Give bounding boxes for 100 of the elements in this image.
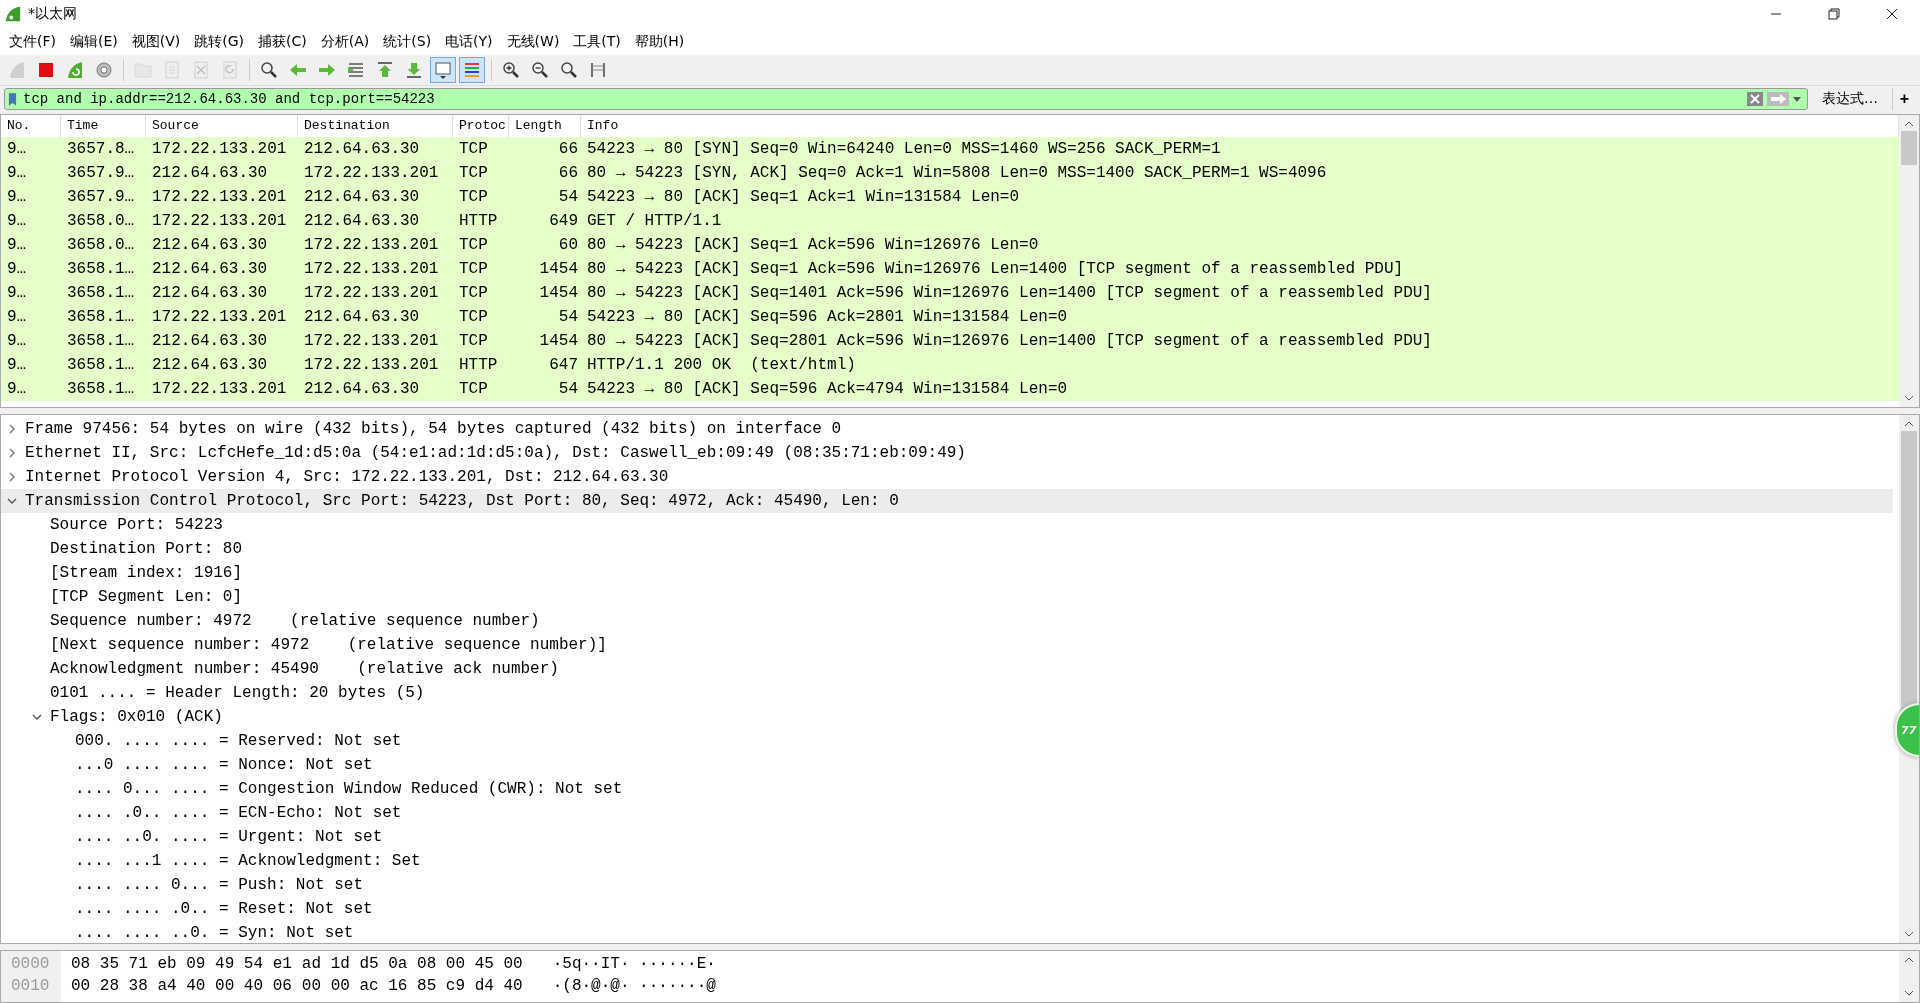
scrollbar[interactable] <box>1899 951 1919 1002</box>
table-cell-text: 9… <box>6 140 28 158</box>
table-cell-text: 80 → 54223 [ACK] Seq=1 Ack=596 Win=126976 Len=0 <box>586 236 1040 254</box>
menu-item[interactable]: 编辑(E) <box>63 32 125 51</box>
scroll-down-icon[interactable] <box>1904 931 1914 937</box>
scrollbar[interactable] <box>1899 115 1919 407</box>
tree-item[interactable]: Frame 97456: 54 bytes on wire (432 bits), 54 bytes captured (432 bits) on interface 0 <box>1 417 1893 441</box>
clear-icon[interactable] <box>1747 92 1763 106</box>
expand-chevron-icon[interactable] <box>7 424 17 434</box>
menu-item[interactable]: 文件(F) <box>2 32 63 51</box>
tree-item[interactable]: Internet Protocol Version 4, Src: 172.22.133.201, Dst: 212.64.63.30 <box>1 465 1893 489</box>
tree-item[interactable]: [Next sequence number: 4972 (relative sequence number)] <box>1 633 1893 657</box>
autoscroll-button[interactable] <box>430 57 456 83</box>
tree-item[interactable]: [TCP Segment Len: 0] <box>1 585 1893 609</box>
menu-item[interactable]: 帮助(H) <box>627 32 692 51</box>
table-cell-text: 3658.1… <box>66 260 136 278</box>
tree-item[interactable]: .... .... .0.. = Reset: Not set <box>1 897 1893 921</box>
packet-row[interactable]: 9… 3657.8… 172.22.133.201 212.64.63.30 TCP 66 54223 → 80 [SYN] Seq=0 Win=64240 Len=0 MSS=1460 WS=256 SACK_PERM=1 <box>1 137 1899 161</box>
dropdown-caret-icon[interactable] <box>1793 96 1801 102</box>
tree-item[interactable]: Acknowledgment number: 45490 (relative ack number) <box>1 657 1893 681</box>
restore-icon[interactable] <box>1828 8 1840 20</box>
menu-item[interactable]: 捕获(C) <box>251 32 314 51</box>
scroll-down-icon[interactable] <box>1904 395 1914 401</box>
tree-item[interactable]: .... .... ..0. = Syn: Not set <box>1 921 1893 943</box>
table-cell-text: 60 <box>557 236 579 254</box>
packet-row[interactable]: 9… 3658.1… 212.64.63.30 172.22.133.201 TCP 1454 80 → 54223 [ACK] Seq=2801 Ack=596 Win=126976 Len=1400 [TCP segment of a reassembled PDU] <box>1 329 1899 353</box>
table-cell-text: 212.64.63.30 <box>303 308 421 326</box>
table-cell-text: HTTP <box>458 356 499 374</box>
table-cell-text: 3657.8… <box>66 140 136 158</box>
table-cell-text: 80 → 54223 [ACK] Seq=1 Ack=596 Win=126976 Len=1400 [TCP segment of a reassembled PDU] <box>586 260 1405 278</box>
tree-item[interactable]: .... .0.. .... = ECN-Echo: Not set <box>1 801 1893 825</box>
table-cell-text: 80 → 54223 [ACK] Seq=1401 Ack=596 Win=126976 Len=1400 [TCP segment of a reassembled PDU] <box>586 284 1433 302</box>
collapse-chevron-icon[interactable] <box>7 496 17 506</box>
table-cell-text: 9… <box>6 332 28 350</box>
add-filter-button[interactable]: + <box>1892 88 1916 110</box>
packet-row[interactable]: 9… 3658.0… 172.22.133.201 212.64.63.30 HTTP 649 GET / HTTP/1.1 <box>1 209 1899 233</box>
packet-row[interactable]: 9… 3658.0… 212.64.63.30 172.22.133.201 TCP 60 80 → 54223 [ACK] Seq=1 Ack=596 Win=126976 Len=0 <box>1 233 1899 257</box>
collapse-chevron-icon[interactable] <box>32 712 42 722</box>
expression-button[interactable]: 表达式… <box>1814 88 1886 110</box>
table-cell-text: 80 → 54223 [ACK] Seq=2801 Ack=596 Win=126976 Len=1400 [TCP segment of a reassembled PDU] <box>586 332 1433 350</box>
packet-row[interactable]: 9… 3658.1… 212.64.63.30 172.22.133.201 TCP 1454 80 → 54223 [ACK] Seq=1 Ack=596 Win=126976 Len=1400 [TCP segment of a reassembled PDU] <box>1 257 1899 281</box>
scroll-down-icon[interactable] <box>1904 990 1914 996</box>
menu-item[interactable]: 视图(V) <box>124 32 188 51</box>
menu-item[interactable]: 分析(A) <box>313 32 377 51</box>
packet-row[interactable]: 9… 3658.1… 212.64.63.30 172.22.133.201 HTTP 647 HTTP/1.1 200 OK (text/html) <box>1 353 1899 377</box>
table-cell-text: TCP <box>458 308 489 326</box>
packet-row[interactable]: 9… 3657.9… 172.22.133.201 212.64.63.30 TCP 54 54223 → 80 [ACK] Seq=1 Ack=1 Win=131584 Len=0 <box>1 185 1899 209</box>
goto-icon <box>346 60 366 80</box>
bookmark-icon[interactable] <box>8 91 17 107</box>
tree-item[interactable]: 0101 .... = Header Length: 20 bytes (5) <box>1 681 1893 705</box>
expand-chevron-icon[interactable] <box>7 472 17 482</box>
scroll-up-icon[interactable] <box>1904 121 1914 127</box>
tree-item[interactable]: .... .... 0... = Push: Not set <box>1 873 1893 897</box>
menu-item[interactable]: 工具(T) <box>566 32 628 51</box>
last-icon <box>404 60 424 80</box>
tree-item[interactable]: Flags: 0x010 (ACK) <box>1 705 1893 729</box>
table-cell-text: 1454 <box>538 332 579 350</box>
hex-bytes: 08 35 71 eb 09 49 54 e1 <box>71 955 292 973</box>
tree-item[interactable]: Source Port: 54223 <box>1 513 1893 537</box>
packet-row[interactable]: 9… 3657.9… 212.64.63.30 172.22.133.201 TCP 66 80 → 54223 [SYN, ACK] Seq=0 Ack=1 Win=5808 Len=0 MSS=1400 SACK_PERM=1 WS=4096 <box>1 161 1899 185</box>
scrollbar[interactable] <box>1899 415 1919 943</box>
autoscroll-icon <box>433 60 453 80</box>
tree-item[interactable]: .... ..0. .... = Urgent: Not set <box>1 825 1893 849</box>
packet-row[interactable]: 9… 3658.1… 212.64.63.30 172.22.133.201 TCP 1454 80 → 54223 [ACK] Seq=1401 Ack=596 Win=126976 Len=1400 [TCP segment of a reassembled PDU] <box>1 281 1899 305</box>
table-cell-text: TCP <box>458 380 489 398</box>
hex-bytes: ad 1d d5 0a 08 00 45 00 <box>301 955 523 973</box>
menu-item[interactable]: 统计(S) <box>376 32 439 51</box>
packet-row[interactable]: 9… 3658.1… 172.22.133.201 212.64.63.30 TCP 54 54223 → 80 [ACK] Seq=596 Ack=2801 Win=131584 Len=0 <box>1 305 1899 329</box>
tree-item[interactable]: .... 0... .... = Congestion Window Reduced (CWR): Not set <box>1 777 1893 801</box>
scroll-up-icon[interactable] <box>1904 421 1914 427</box>
scroll-thumb[interactable] <box>1901 431 1917 711</box>
menu-item[interactable]: 电话(Y) <box>438 32 500 51</box>
tree-item[interactable]: Destination Port: 80 <box>1 537 1893 561</box>
table-cell-text: 80 → 54223 [SYN, ACK] Seq=0 Ack=1 Win=5808 Len=0 MSS=1400 SACK_PERM=1 WS=4096 <box>586 164 1328 182</box>
colorize-button[interactable] <box>459 57 485 83</box>
display-filter-box[interactable]: tcp and ip.addr==212.64.63.30 and tcp.port==54223 <box>4 88 1808 110</box>
tree-item[interactable]: Sequence number: 4972 (relative sequence number) <box>1 609 1893 633</box>
table-cell-text: 172.22.133.201 <box>303 164 440 182</box>
tree-item[interactable]: .... ...1 .... = Acknowledgment: Set <box>1 849 1893 873</box>
tree-item[interactable]: Transmission Control Protocol, Src Port: 54223, Dst Port: 80, Seq: 4972, Ack: 45490, Len: 0 <box>1 489 1893 513</box>
tree-item[interactable]: ...0 .... .... = Nonce: Not set <box>1 753 1893 777</box>
tree-item[interactable]: 000. .... .... = Reserved: Not set <box>1 729 1893 753</box>
close-icon[interactable] <box>1886 8 1898 20</box>
options-icon <box>94 60 114 80</box>
table-cell-text: 212.64.63.30 <box>151 284 269 302</box>
scroll-up-icon[interactable] <box>1904 957 1914 963</box>
expand-chevron-icon[interactable] <box>7 448 17 458</box>
scroll-thumb[interactable] <box>1901 131 1917 165</box>
display-filter-field[interactable]: tcp and ip.addr==212.64.63.30 and tcp.port==54223 <box>21 90 1743 108</box>
save-icon <box>162 60 182 80</box>
resize-icon <box>588 60 608 80</box>
packet-row[interactable]: 9… 3658.1… 172.22.133.201 212.64.63.30 TCP 54 54223 → 80 [ACK] Seq=596 Ack=4794 Win=131584 Len=0 <box>1 377 1899 401</box>
first-icon <box>375 60 395 80</box>
menu-item[interactable]: 跳转(G) <box>187 32 252 51</box>
menu-item[interactable]: 无线(W) <box>499 32 567 51</box>
tree-item[interactable]: [Stream index: 1916] <box>1 561 1893 585</box>
colorize-icon <box>462 60 482 80</box>
table-cell-text: GET / HTTP/1.1 <box>586 212 723 230</box>
tree-item[interactable]: Ethernet II, Src: LcfcHefe_1d:d5:0a (54:e1:ad:1d:d5:0a), Dst: Caswell_eb:09:49 (08:35:71:eb:09:49) <box>1 441 1893 465</box>
hex-bytes: 00 28 38 a4 40 00 40 06 <box>71 977 292 995</box>
